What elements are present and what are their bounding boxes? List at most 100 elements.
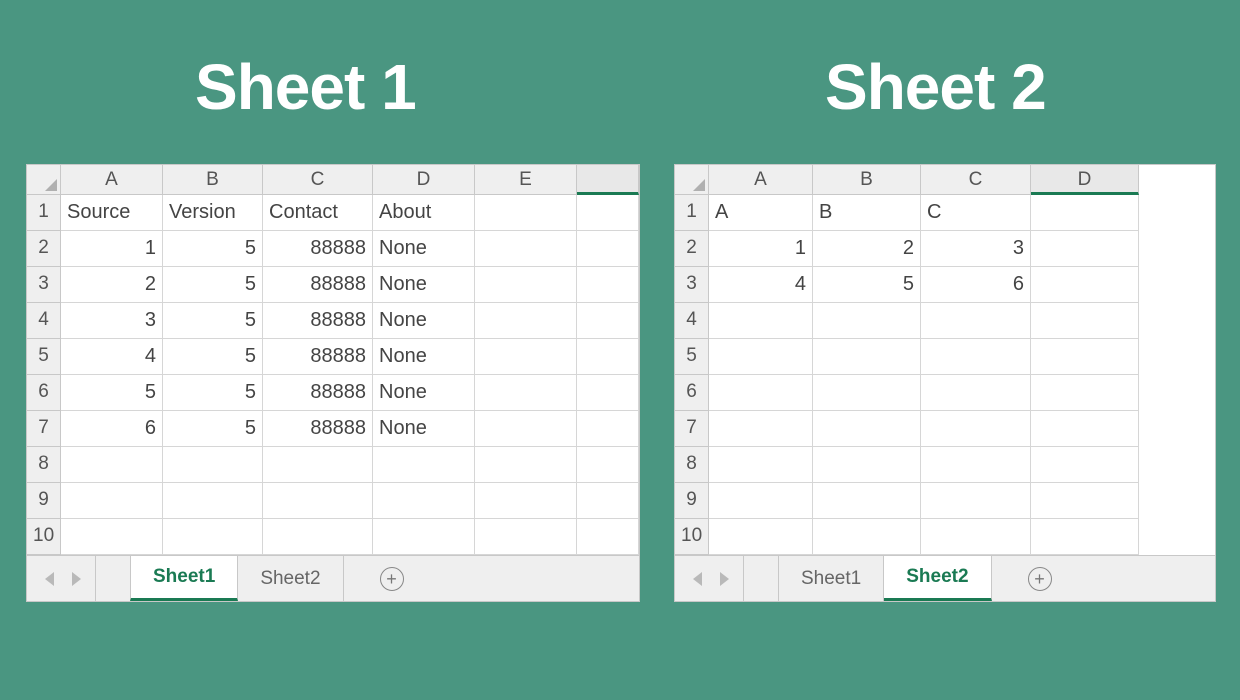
cell-B7[interactable]: 5	[163, 411, 263, 447]
cell-D2[interactable]	[1031, 231, 1139, 267]
cell-E3[interactable]	[475, 267, 577, 303]
cell-A8[interactable]	[61, 447, 163, 483]
cell-x10[interactable]	[577, 519, 639, 555]
cell-A3[interactable]: 4	[709, 267, 813, 303]
cell-B5[interactable]: 5	[163, 339, 263, 375]
tab-sheet2[interactable]: Sheet2	[884, 556, 991, 601]
next-sheet-icon[interactable]	[720, 572, 729, 586]
select-all-corner[interactable]	[675, 165, 709, 195]
cell-A8[interactable]	[709, 447, 813, 483]
cell-E1[interactable]	[475, 195, 577, 231]
row-header-6[interactable]: 6	[27, 375, 61, 411]
cell-C3[interactable]: 6	[921, 267, 1031, 303]
cell-A3[interactable]: 2	[61, 267, 163, 303]
column-header-blank[interactable]	[577, 165, 639, 195]
cell-D6[interactable]	[1031, 375, 1139, 411]
cell-x5[interactable]	[577, 339, 639, 375]
cell-A2[interactable]: 1	[709, 231, 813, 267]
cell-B1[interactable]: Version	[163, 195, 263, 231]
cell-E2[interactable]	[475, 231, 577, 267]
cell-C1[interactable]: Contact	[263, 195, 373, 231]
row-header-2[interactable]: 2	[27, 231, 61, 267]
cell-A7[interactable]: 6	[61, 411, 163, 447]
cell-C4[interactable]	[921, 303, 1031, 339]
cell-B4[interactable]: 5	[163, 303, 263, 339]
cell-C10[interactable]	[921, 519, 1031, 555]
cell-B1[interactable]: B	[813, 195, 921, 231]
cell-E8[interactable]	[475, 447, 577, 483]
cell-x7[interactable]	[577, 411, 639, 447]
cell-B3[interactable]: 5	[813, 267, 921, 303]
cell-C10[interactable]	[263, 519, 373, 555]
cell-B6[interactable]: 5	[163, 375, 263, 411]
cell-C2[interactable]: 88888	[263, 231, 373, 267]
left-grid[interactable]: ABCDE1SourceVersionContactAbout21588888N…	[27, 165, 639, 555]
cell-C8[interactable]	[921, 447, 1031, 483]
cell-D4[interactable]	[1031, 303, 1139, 339]
row-header-2[interactable]: 2	[675, 231, 709, 267]
cell-x4[interactable]	[577, 303, 639, 339]
column-header-E[interactable]: E	[475, 165, 577, 195]
row-header-9[interactable]: 9	[675, 483, 709, 519]
cell-D4[interactable]: None	[373, 303, 475, 339]
cell-D3[interactable]	[1031, 267, 1139, 303]
right-grid[interactable]: ABCD1ABC2123345645678910	[675, 165, 1215, 555]
row-header-10[interactable]: 10	[27, 519, 61, 555]
row-header-5[interactable]: 5	[675, 339, 709, 375]
cell-D5[interactable]	[1031, 339, 1139, 375]
cell-D10[interactable]	[373, 519, 475, 555]
column-header-D[interactable]: D	[1031, 165, 1139, 195]
cell-A5[interactable]: 4	[61, 339, 163, 375]
row-header-4[interactable]: 4	[27, 303, 61, 339]
cell-C9[interactable]	[921, 483, 1031, 519]
row-header-4[interactable]: 4	[675, 303, 709, 339]
row-header-7[interactable]: 7	[675, 411, 709, 447]
cell-A1[interactable]: Source	[61, 195, 163, 231]
column-header-D[interactable]: D	[373, 165, 475, 195]
row-header-6[interactable]: 6	[675, 375, 709, 411]
column-header-B[interactable]: B	[163, 165, 263, 195]
cell-D1[interactable]: About	[373, 195, 475, 231]
row-header-9[interactable]: 9	[27, 483, 61, 519]
prev-sheet-icon[interactable]	[693, 572, 702, 586]
cell-D1[interactable]	[1031, 195, 1139, 231]
cell-E5[interactable]	[475, 339, 577, 375]
cell-C5[interactable]	[921, 339, 1031, 375]
add-sheet-button[interactable]: +	[1028, 567, 1052, 591]
cell-A6[interactable]	[709, 375, 813, 411]
cell-x1[interactable]	[577, 195, 639, 231]
cell-C6[interactable]	[921, 375, 1031, 411]
cell-x3[interactable]	[577, 267, 639, 303]
row-header-1[interactable]: 1	[675, 195, 709, 231]
tab-sheet1[interactable]: Sheet1	[130, 556, 238, 601]
cell-A4[interactable]: 3	[61, 303, 163, 339]
next-sheet-icon[interactable]	[72, 572, 81, 586]
cell-D10[interactable]	[1031, 519, 1139, 555]
cell-B10[interactable]	[163, 519, 263, 555]
column-header-C[interactable]: C	[921, 165, 1031, 195]
column-header-B[interactable]: B	[813, 165, 921, 195]
row-header-3[interactable]: 3	[27, 267, 61, 303]
cell-x9[interactable]	[577, 483, 639, 519]
cell-C3[interactable]: 88888	[263, 267, 373, 303]
row-header-5[interactable]: 5	[27, 339, 61, 375]
cell-E6[interactable]	[475, 375, 577, 411]
cell-C9[interactable]	[263, 483, 373, 519]
cell-D3[interactable]: None	[373, 267, 475, 303]
cell-D7[interactable]	[1031, 411, 1139, 447]
cell-B9[interactable]	[813, 483, 921, 519]
cell-B8[interactable]	[163, 447, 263, 483]
cell-A4[interactable]	[709, 303, 813, 339]
cell-D9[interactable]	[1031, 483, 1139, 519]
cell-x8[interactable]	[577, 447, 639, 483]
cell-A2[interactable]: 1	[61, 231, 163, 267]
cell-E9[interactable]	[475, 483, 577, 519]
cell-D2[interactable]: None	[373, 231, 475, 267]
prev-sheet-icon[interactable]	[45, 572, 54, 586]
cell-B7[interactable]	[813, 411, 921, 447]
cell-E4[interactable]	[475, 303, 577, 339]
cell-C5[interactable]: 88888	[263, 339, 373, 375]
column-header-A[interactable]: A	[61, 165, 163, 195]
cell-B4[interactable]	[813, 303, 921, 339]
cell-B3[interactable]: 5	[163, 267, 263, 303]
